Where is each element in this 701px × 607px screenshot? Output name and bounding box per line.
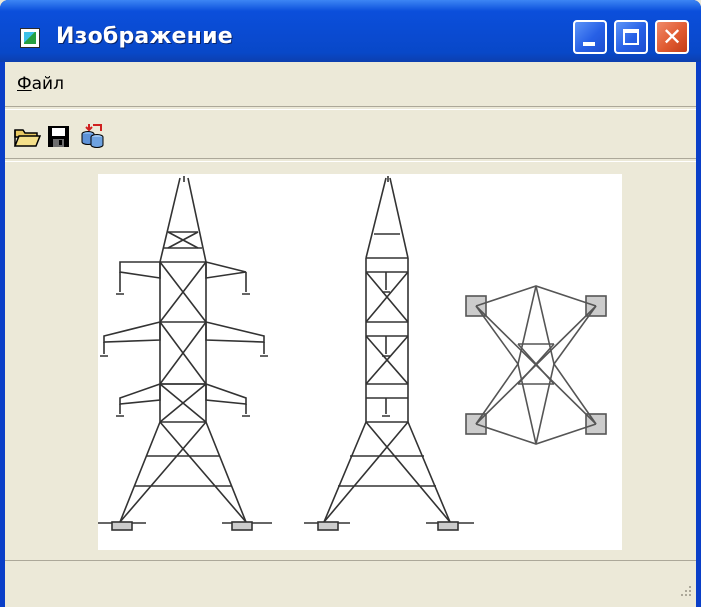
- menu-separator: [5, 106, 696, 110]
- image-canvas: [98, 174, 622, 550]
- database-export-icon: [81, 124, 104, 148]
- maximize-icon: [623, 29, 639, 45]
- resize-grip-icon[interactable]: [678, 583, 692, 597]
- save-button[interactable]: [45, 122, 73, 150]
- menu-file-label: айл: [31, 74, 64, 94]
- tower-3-plan-drawing: [465, 285, 607, 445]
- window-title: Изображение: [56, 24, 233, 49]
- menu-file-accelerator: Ф: [17, 74, 32, 94]
- close-icon: ✕: [662, 23, 683, 51]
- menu-file[interactable]: Файл: [17, 74, 64, 94]
- title-bar[interactable]: Изображение ✕: [0, 0, 701, 62]
- toolbar-separator: [5, 158, 696, 162]
- minimize-icon: [583, 42, 595, 46]
- app-icon[interactable]: [20, 28, 40, 48]
- toolbar: [5, 112, 696, 156]
- tower-2-drawing: [304, 176, 474, 531]
- client-area: Файл: [5, 62, 696, 607]
- window-border-right: [696, 62, 701, 607]
- open-button[interactable]: [13, 122, 42, 150]
- window: Изображение ✕ Файл: [0, 0, 701, 607]
- close-button[interactable]: ✕: [655, 20, 689, 54]
- menu-bar: Файл: [5, 62, 696, 102]
- export-button[interactable]: [79, 122, 107, 150]
- tower-drawing: [98, 176, 607, 531]
- open-folder-icon: [13, 129, 42, 147]
- tower-1-drawing: [98, 176, 272, 531]
- maximize-button[interactable]: [614, 20, 648, 54]
- save-disk-icon: [48, 126, 69, 147]
- status-bar: [5, 560, 696, 601]
- minimize-button[interactable]: [573, 20, 607, 54]
